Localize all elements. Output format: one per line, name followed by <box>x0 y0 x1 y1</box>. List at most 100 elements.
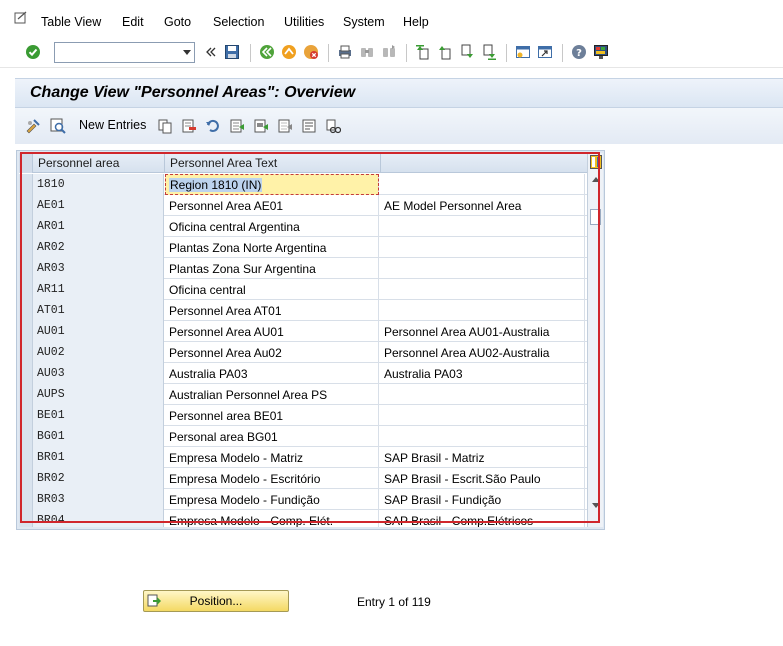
table-row[interactable]: AR01 Oficina central Argentina <box>19 216 603 237</box>
text-cell[interactable] <box>380 174 585 195</box>
text-cell[interactable] <box>380 216 585 237</box>
row-selector[interactable] <box>19 258 33 279</box>
personnel-area-cell[interactable]: BE01 <box>33 405 164 426</box>
personnel-area-cell[interactable]: BR02 <box>33 468 164 489</box>
personnel-area-text-cell[interactable]: Plantas Zona Norte Argentina <box>165 237 379 258</box>
menu-goto[interactable]: Goto <box>164 15 191 29</box>
personnel-area-cell[interactable]: AU02 <box>33 342 164 363</box>
table-row[interactable]: AU01 Personnel Area AU01 Personnel Area AU… <box>19 321 603 342</box>
table-row[interactable]: BR01 Empresa Modelo - Matriz SAP Brasil - … <box>19 447 603 468</box>
scroll-down-arrow[interactable] <box>592 503 600 508</box>
menu-edit[interactable]: Edit <box>122 15 144 29</box>
text-cell[interactable] <box>380 405 585 426</box>
personnel-area-cell[interactable]: BR01 <box>33 447 164 468</box>
personnel-area-text-cell[interactable]: Australia PA03 <box>165 363 379 384</box>
personnel-area-text-cell[interactable]: Plantas Zona Sur Argentina <box>165 258 379 279</box>
text-cell[interactable]: Personnel Area AU02-Australia <box>380 342 585 363</box>
prev-page-icon[interactable] <box>436 43 454 61</box>
personnel-area-text-cell[interactable]: Personnel Area AU01 <box>165 321 379 342</box>
print-view-icon[interactable] <box>301 118 317 134</box>
personnel-area-cell[interactable]: 1810 <box>33 174 164 195</box>
menu-table-view[interactable]: Table View <box>41 15 101 29</box>
table-row[interactable]: BR04 Empresa Modelo - Comp. Elét. SAP Bras… <box>19 510 603 527</box>
row-selector[interactable] <box>19 447 33 468</box>
table-row[interactable]: 1810 Region 1810 (IN) <box>19 174 603 195</box>
vertical-scrollbar[interactable] <box>587 153 603 527</box>
scroll-thumb[interactable] <box>590 209 601 225</box>
personnel-area-cell[interactable]: BG01 <box>33 426 164 447</box>
row-selector[interactable] <box>19 363 33 384</box>
row-selector[interactable] <box>19 279 33 300</box>
new-entries-button[interactable]: New Entries <box>79 118 146 132</box>
new-session-icon[interactable] <box>514 43 532 61</box>
personnel-area-text-cell[interactable]: Empresa Modelo - Escritório <box>165 468 379 489</box>
text-cell[interactable]: SAP Brasil - Escrit.São Paulo <box>380 468 585 489</box>
last-page-icon[interactable] <box>480 43 498 61</box>
personnel-area-text-cell[interactable]: Personnel area BE01 <box>165 405 379 426</box>
table-settings-icon[interactable] <box>590 155 602 169</box>
personnel-area-text-cell[interactable]: Personnel Area Au02 <box>165 342 379 363</box>
personnel-area-text-cell[interactable]: Oficina central <box>165 279 379 300</box>
row-selector[interactable] <box>19 195 33 216</box>
personnel-area-text-cell[interactable]: Empresa Modelo - Matriz <box>165 447 379 468</box>
text-cell[interactable]: Australia PA03 <box>380 363 585 384</box>
menu-selection[interactable]: Selection <box>213 15 264 29</box>
table-row[interactable]: AR11 Oficina central <box>19 279 603 300</box>
print-icon[interactable] <box>336 43 354 61</box>
table-row[interactable]: AT01 Personnel Area AT01 <box>19 300 603 321</box>
customize-layout-icon[interactable] <box>592 43 610 61</box>
row-selector[interactable] <box>19 468 33 489</box>
personnel-area-text-cell[interactable]: Empresa Modelo - Fundição <box>165 489 379 510</box>
table-row[interactable]: AUPS Australian Personnel Area PS <box>19 384 603 405</box>
column-header-personnel-area-text[interactable]: Personnel Area Text <box>170 156 277 170</box>
glasses-icon[interactable] <box>325 118 341 134</box>
table-row[interactable]: BR02 Empresa Modelo - Escritório SAP Brasi… <box>19 468 603 489</box>
table-row[interactable]: AR03 Plantas Zona Sur Argentina <box>19 258 603 279</box>
cancel-icon[interactable] <box>302 43 320 61</box>
chevron-down-icon[interactable] <box>183 50 191 55</box>
personnel-area-text-cell[interactable]: Personnel Area AT01 <box>165 300 379 321</box>
personnel-area-cell[interactable]: AUPS <box>33 384 164 405</box>
row-selector[interactable] <box>19 342 33 363</box>
personnel-area-text-cell[interactable]: Oficina central Argentina <box>165 216 379 237</box>
row-selector[interactable] <box>19 405 33 426</box>
text-cell[interactable]: SAP Brasil - Fundição <box>380 489 585 510</box>
command-field[interactable] <box>54 42 195 63</box>
personnel-area-cell[interactable]: AT01 <box>33 300 164 321</box>
position-button[interactable]: Position... <box>143 590 289 612</box>
select-block-icon[interactable] <box>253 118 269 134</box>
row-selector[interactable] <box>19 300 33 321</box>
text-cell[interactable] <box>380 300 585 321</box>
text-cell[interactable]: SAP Brasil - Comp.Elétricos <box>380 510 585 527</box>
system-menu-icon[interactable] <box>14 11 28 25</box>
row-selector[interactable] <box>19 510 33 527</box>
table-row[interactable]: BG01 Personal area BG01 <box>19 426 603 447</box>
personnel-area-cell[interactable]: AR01 <box>33 216 164 237</box>
save-icon[interactable] <box>223 43 241 61</box>
text-cell[interactable]: AE Model Personnel Area <box>380 195 585 216</box>
back-icon[interactable] <box>258 43 276 61</box>
exit-icon[interactable] <box>280 43 298 61</box>
display-change-icon[interactable] <box>25 118 41 134</box>
text-cell[interactable] <box>380 426 585 447</box>
command-input[interactable] <box>55 43 173 62</box>
table-row[interactable]: AU03 Australia PA03 Australia PA03 <box>19 363 603 384</box>
table-row[interactable]: BR03 Empresa Modelo - Fundição SAP Brasil … <box>19 489 603 510</box>
next-page-icon[interactable] <box>458 43 476 61</box>
table-row[interactable]: AR02 Plantas Zona Norte Argentina <box>19 237 603 258</box>
text-cell[interactable] <box>380 384 585 405</box>
first-page-icon[interactable] <box>414 43 432 61</box>
menu-help[interactable]: Help <box>403 15 429 29</box>
shortcut-icon[interactable] <box>536 43 554 61</box>
menu-utilities[interactable]: Utilities <box>284 15 324 29</box>
find-icon[interactable] <box>358 43 376 61</box>
personnel-area-cell[interactable]: AR03 <box>33 258 164 279</box>
text-cell[interactable]: SAP Brasil - Matriz <box>380 447 585 468</box>
deselect-all-icon[interactable] <box>277 118 293 134</box>
help-icon[interactable]: ? <box>570 43 588 61</box>
personnel-area-text-cell[interactable]: Australian Personnel Area PS <box>165 384 379 405</box>
text-cell[interactable] <box>380 258 585 279</box>
personnel-area-cell[interactable]: AU03 <box>33 363 164 384</box>
text-cell[interactable]: Personnel Area AU01-Australia <box>380 321 585 342</box>
table-row[interactable]: AE01 Personnel Area AE01 AE Model Personne… <box>19 195 603 216</box>
